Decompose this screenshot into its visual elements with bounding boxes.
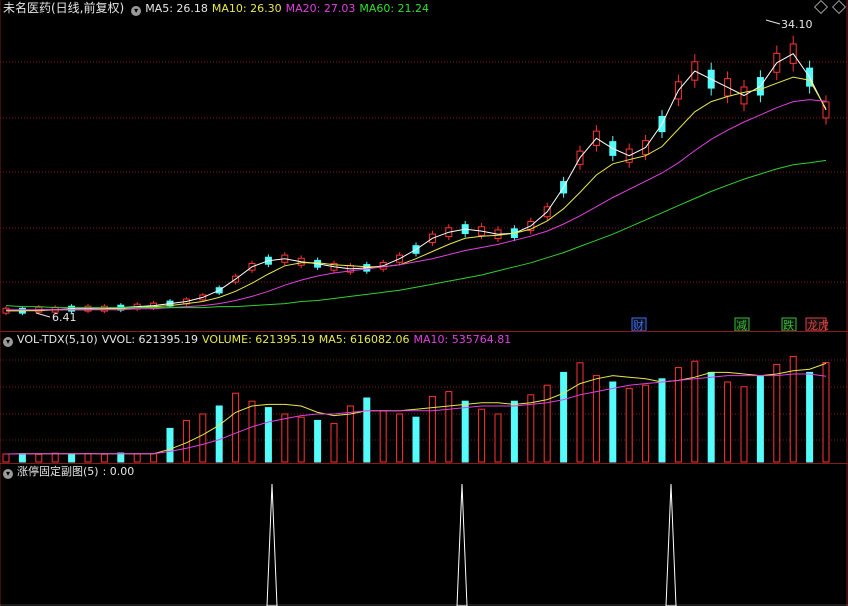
- volume-bar: [18, 453, 26, 463]
- ma5-line: [6, 53, 827, 312]
- volume-bar: [84, 453, 92, 463]
- volume-bar: [248, 400, 256, 463]
- volume-chart[interactable]: [0, 332, 848, 463]
- chevron-down-icon[interactable]: ▾: [3, 469, 13, 479]
- ma60-line: [5, 159, 827, 309]
- volume-bar: [592, 375, 600, 463]
- ma20-line: [6, 99, 827, 311]
- volume-bar: [510, 400, 518, 463]
- volume-bar: [756, 375, 764, 463]
- vol-ma5-readout: MA5: 616082.06: [318, 333, 410, 346]
- volume-bar: [35, 453, 43, 463]
- volume-bar: [150, 453, 158, 463]
- main-chart-panel[interactable]: 未名医药(日线,前复权) ▾ MA5: 26.18 MA10: 26.30 MA20: …: [0, 0, 848, 331]
- event-marker-label: 跌: [783, 318, 794, 331]
- indicator-header: ▾ 涨停固定副图(5): 0.00: [0, 464, 138, 480]
- volume-bar: [281, 413, 289, 463]
- volume-bar: [625, 387, 633, 463]
- volume-panel[interactable]: ▾ VOL-TDX(5,10) VVOL: 621395.19 VOLUME: 621…: [0, 332, 848, 463]
- volume-bar: [740, 386, 748, 463]
- volume-bar: [314, 419, 322, 463]
- volume-header: ▾ VOL-TDX(5,10) VVOL: 621395.19 VOLUME: 621…: [0, 332, 515, 348]
- volume-bar: [428, 395, 436, 463]
- volume-bar: [789, 355, 797, 463]
- volume-bar: [182, 419, 190, 463]
- volume-bar: [264, 407, 272, 463]
- volume-bar: [232, 392, 240, 463]
- vvol-readout: VVOL: 621395.19: [101, 333, 199, 346]
- event-marker-label: 财: [633, 318, 644, 331]
- volume-bar: [707, 371, 715, 463]
- indicator-chart[interactable]: [0, 464, 848, 606]
- high-price-pointer: [765, 19, 781, 25]
- volume-readout: VOLUME: 621395.19: [202, 333, 315, 346]
- volume-bar: [2, 453, 10, 463]
- volume-bar: [642, 384, 650, 463]
- volume-bar: [133, 453, 141, 463]
- volume-bar: [773, 363, 781, 463]
- volume-bar: [117, 452, 125, 463]
- volume-bar: [215, 405, 223, 463]
- volume-bar: [363, 397, 371, 463]
- volume-bar: [822, 362, 830, 463]
- volume-bar: [461, 400, 469, 463]
- volume-bar: [330, 423, 338, 463]
- indicator-panel[interactable]: ▾ 涨停固定副图(5): 0.00: [0, 464, 848, 606]
- volume-bar: [199, 413, 207, 463]
- volume-bar: [166, 427, 174, 463]
- high-price-label: 34.10: [781, 18, 813, 31]
- limit-up-spike: [266, 483, 278, 606]
- vol-title[interactable]: VOL-TDX(5,10): [17, 333, 98, 346]
- volume-bar: [297, 416, 305, 463]
- volume-bar: [396, 413, 404, 463]
- volume-bar: [51, 452, 59, 463]
- volume-bar: [445, 391, 453, 463]
- indicator-title[interactable]: 涨停固定副图(5): [17, 465, 99, 478]
- volume-bar: [543, 384, 551, 463]
- volume-bar: [478, 408, 486, 463]
- volume-bar: [412, 416, 420, 463]
- limit-up-spike: [665, 483, 677, 606]
- ma10-line: [6, 76, 827, 312]
- low-price-label: 6.41: [52, 311, 77, 324]
- volume-bar: [379, 410, 387, 463]
- indicator-value: : 0.00: [102, 465, 135, 478]
- price-chart[interactable]: 34.10 6.41 财 减 跌 龙虎: [0, 0, 848, 331]
- limit-up-spike: [456, 483, 468, 606]
- volume-bar: [806, 371, 814, 463]
- volume-bar: [576, 362, 584, 463]
- low-price-pointer: [35, 312, 51, 318]
- volume-bar: [724, 381, 732, 463]
- volume-bar: [560, 371, 568, 463]
- volume-bar: [658, 378, 666, 463]
- chevron-down-icon[interactable]: ▾: [3, 337, 13, 347]
- volume-bar: [494, 413, 502, 463]
- volume-bar: [100, 453, 108, 463]
- volume-bar: [609, 381, 617, 463]
- volume-bar: [68, 453, 76, 463]
- vol-ma10-readout: MA10: 535764.81: [413, 333, 512, 346]
- event-marker-label: 减: [736, 319, 747, 331]
- event-marker-label: 龙虎: [807, 319, 829, 331]
- volume-bar: [674, 367, 682, 463]
